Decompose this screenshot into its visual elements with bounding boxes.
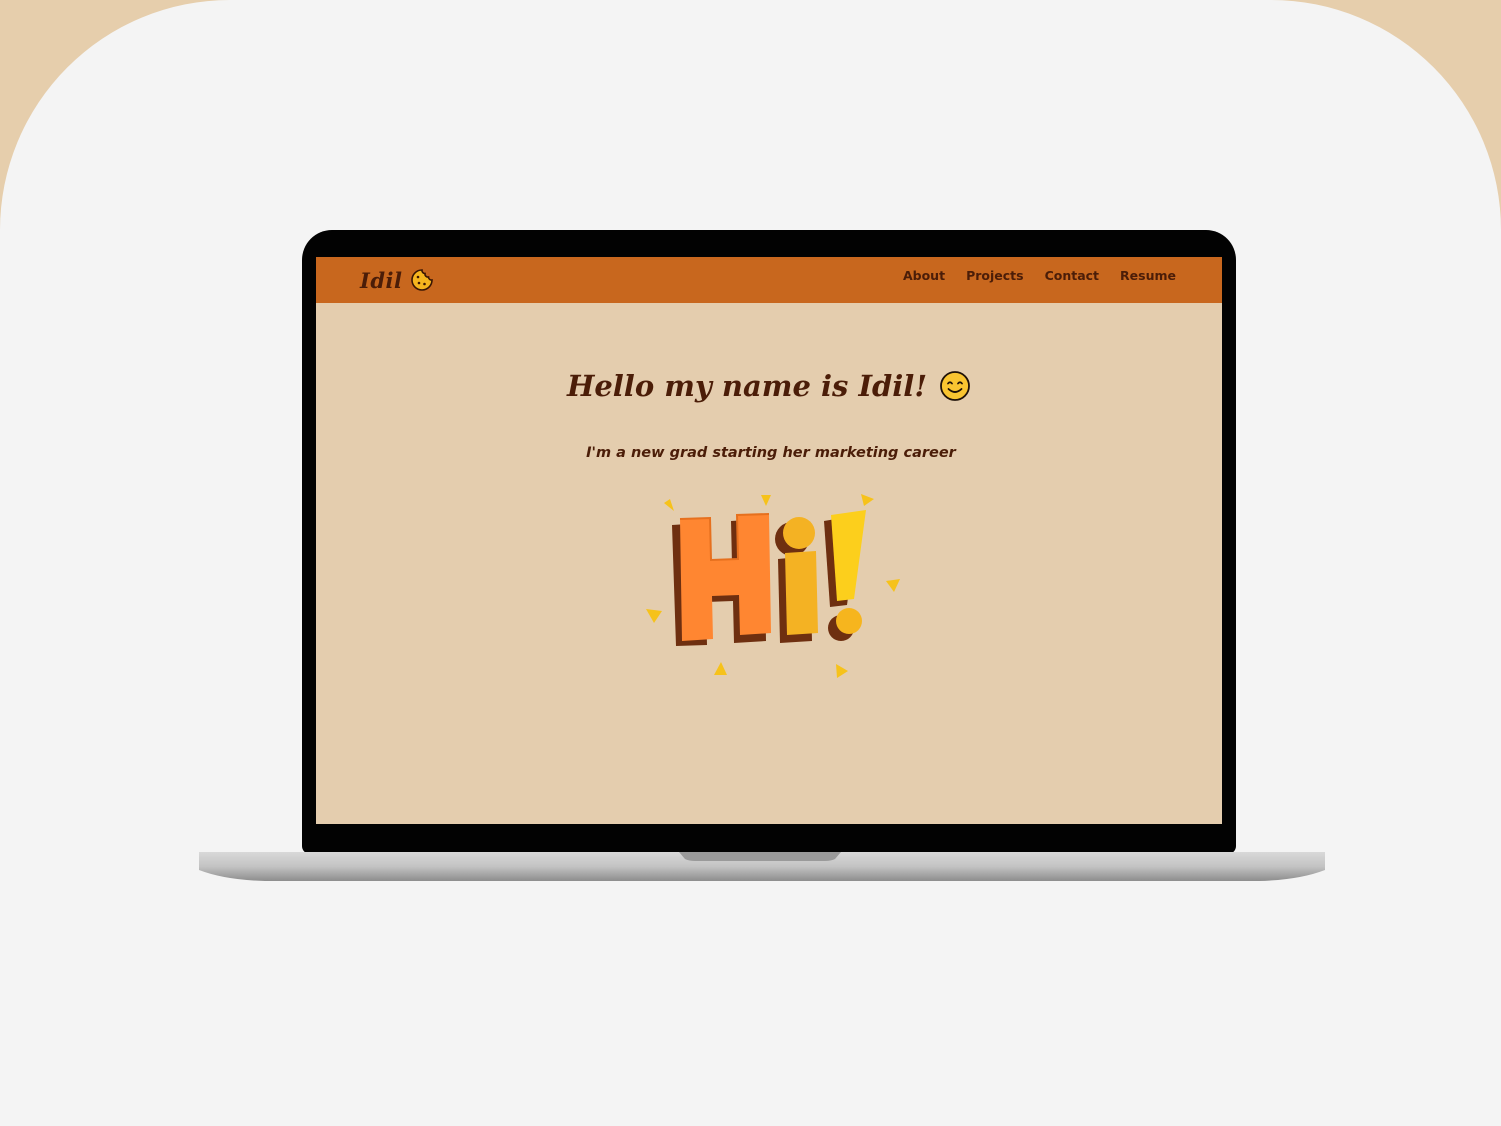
brand-name: Idil	[360, 267, 403, 293]
navbar: Idil About Projects Contact Resume	[316, 257, 1222, 303]
website-screen: Idil About Projects Contact Resume Hello…	[316, 257, 1222, 824]
hero-subtitle: I'm a new grad starting her marketing ca…	[586, 445, 956, 461]
nav-contact[interactable]: Contact	[1045, 268, 1099, 283]
hero-title-text: Hello my name is Idil!	[566, 369, 928, 403]
nav-resume[interactable]: Resume	[1120, 268, 1176, 283]
smiling-face-icon	[939, 370, 971, 402]
hi-illustration	[644, 493, 904, 683]
laptop-base	[199, 850, 1325, 882]
hero-title: Hello my name is Idil!	[316, 369, 1222, 403]
nav-about[interactable]: About	[903, 268, 945, 283]
nav-links: About Projects Contact Resume	[882, 257, 1176, 293]
brand-logo[interactable]: Idil	[360, 262, 434, 298]
nav-projects[interactable]: Projects	[966, 268, 1024, 283]
cookie-icon	[410, 268, 434, 292]
